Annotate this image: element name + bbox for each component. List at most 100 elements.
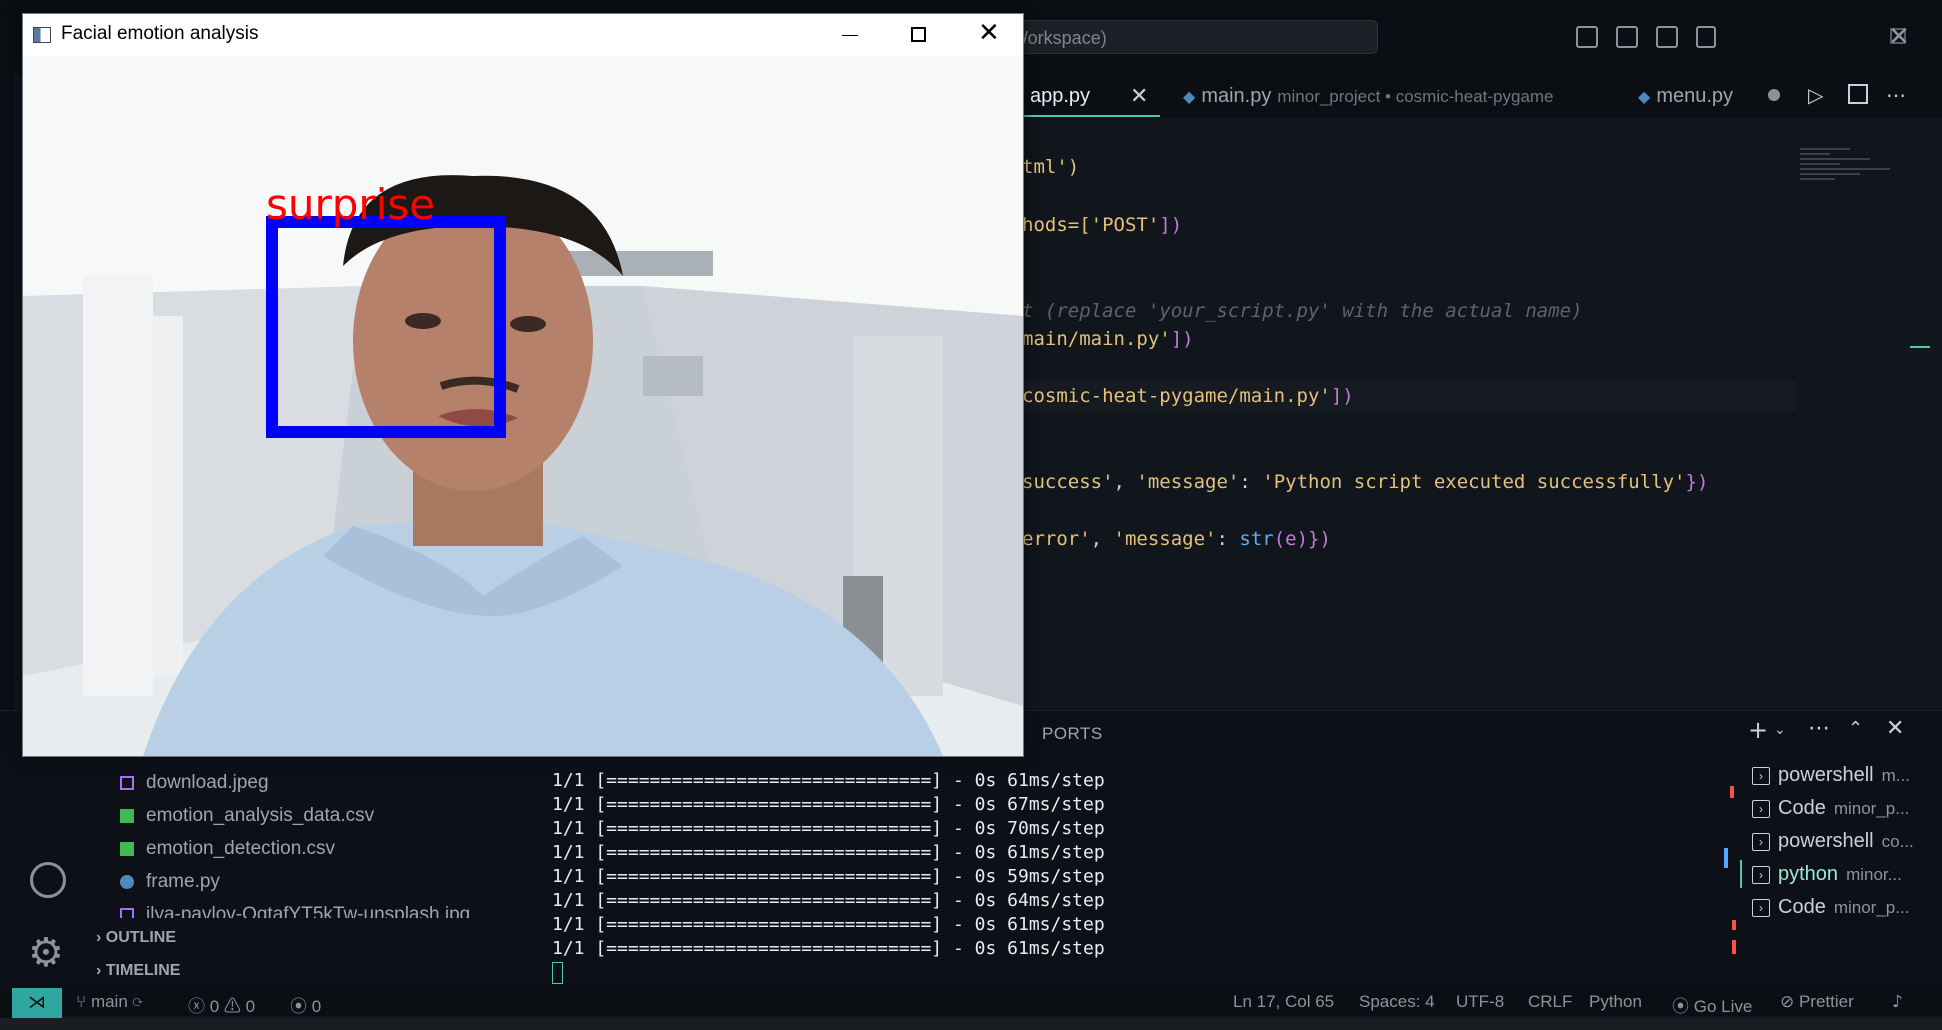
terminal-list-item[interactable]: › python minor... (1752, 863, 1902, 886)
toggle-panel-icon[interactable] (1616, 26, 1638, 48)
check-icon: ⊘ (1780, 992, 1799, 1011)
explorer-file[interactable]: emotion_detection.csv (120, 838, 335, 860)
terminal-list-item[interactable]: › Code minor_p... (1752, 896, 1909, 919)
minimap[interactable] (1800, 148, 1900, 208)
tab-menu-py[interactable]: ◆ menu.py (1638, 74, 1733, 118)
gear-icon[interactable]: ⚙ (28, 930, 64, 976)
error-icon: ⓧ (188, 997, 210, 1016)
prettier-status[interactable]: ⊘ Prettier (1780, 992, 1854, 1012)
explorer-file[interactable]: ilya-pavlov-OqtafYT5kTw-unsplash.jpg (120, 904, 470, 918)
taskbar-edge (0, 1018, 1942, 1030)
opencv-window[interactable]: Facial emotion analysis ✕ surprise (22, 13, 1024, 757)
cursor-position[interactable]: Ln 17, Col 65 (1233, 992, 1334, 1012)
active-terminal-indicator (1740, 860, 1742, 888)
account-icon[interactable] (30, 862, 66, 898)
terminal-line: 1/1 [==============================] - 0… (552, 866, 1105, 887)
more-actions-icon[interactable]: ⋯ (1886, 74, 1906, 118)
emotion-label: surprise (266, 180, 436, 229)
code-line: cosmic-heat-pygame/main.py']) (1022, 385, 1354, 407)
indentation-status[interactable]: Spaces: 4 (1359, 992, 1435, 1012)
app-icon (33, 27, 51, 43)
python-file-icon: ◆ (1638, 89, 1651, 106)
terminal-icon: › (1752, 766, 1770, 785)
branch-status[interactable]: ⑂ main ⟳ (76, 992, 143, 1012)
tab-description: minor_project • cosmic-heat-pygame (1277, 87, 1554, 106)
minimize-icon[interactable] (842, 35, 858, 36)
terminal-cursor (552, 962, 563, 984)
tab-label: main.py (1201, 85, 1272, 107)
scroll-marker (1724, 848, 1728, 868)
window-title: Facial emotion analysis (61, 23, 259, 44)
toggle-secondary-sidebar-icon[interactable] (1656, 26, 1678, 48)
maximize-panel-icon[interactable]: ⌃ (1848, 718, 1863, 739)
code-line: tml') (1022, 156, 1080, 178)
explorer-file[interactable]: emotion_analysis_data.csv (120, 805, 374, 827)
eol-status[interactable]: CRLF (1528, 992, 1572, 1012)
terminal-icon: › (1752, 898, 1770, 917)
csv-file-icon (120, 841, 134, 856)
tab-ports[interactable]: PORTS (1042, 724, 1103, 744)
explorer-file[interactable]: frame.py (120, 871, 220, 893)
terminal-line: 1/1 [==============================] - 0… (552, 938, 1105, 959)
maximize-icon[interactable] (911, 27, 926, 42)
explorer-file-clip: ilya-pavlov-OqtafYT5kTw-unsplash.jpg (110, 900, 520, 918)
notifications-bell-icon[interactable]: ♪ (1892, 992, 1903, 1012)
terminal-icon: › (1752, 799, 1770, 818)
python-file-icon: ◆ (1183, 89, 1196, 106)
problems-status[interactable]: ⓧ 0 ⚠ 0 (188, 992, 255, 1017)
tab-close-icon[interactable]: ✕ (1130, 74, 1148, 118)
new-terminal-icon[interactable]: + (1748, 716, 1768, 744)
terminal-line: 1/1 [==============================] - 0… (552, 794, 1105, 815)
webcam-frame: surprise (23, 56, 1023, 756)
webcam-scene (23, 56, 1023, 756)
code-line: main/main.py']) (1022, 328, 1194, 350)
broadcast-icon: ⦿ (290, 997, 312, 1016)
csv-file-icon (120, 808, 134, 823)
go-live-button[interactable]: ⦿ Go Live (1672, 992, 1752, 1017)
command-center-search[interactable]: Workspace) (1000, 20, 1378, 54)
remote-indicator-icon[interactable]: ⋊ (12, 988, 62, 1018)
terminal-line: 1/1 [==============================] - 0… (552, 914, 1105, 935)
close-panel-icon[interactable]: ✕ (1886, 716, 1904, 741)
tab-main-py[interactable]: ◆ main.py minor_project • cosmic-heat-pyga… (1183, 74, 1554, 118)
tab-label: menu.py (1656, 85, 1734, 107)
terminal-line: 1/1 [==============================] - 0… (552, 890, 1105, 911)
customize-layout-icon[interactable] (1696, 26, 1716, 48)
terminal-line: 1/1 [==============================] - 0… (552, 770, 1105, 791)
chevron-right-icon: › (96, 962, 106, 979)
split-editor-icon[interactable] (1848, 84, 1868, 104)
run-icon[interactable]: ▷ (1808, 74, 1823, 118)
terminal-list-item[interactable]: › Code minor_p... (1752, 797, 1909, 820)
scroll-marker (1730, 786, 1734, 798)
more-actions-icon[interactable]: ⋯ (1808, 716, 1830, 741)
warning-icon: ⚠ (219, 997, 246, 1016)
code-line: error', 'message': str(e)}) (1022, 528, 1331, 550)
code-line: hods=['POST']) (1022, 214, 1183, 236)
terminal-list-item[interactable]: › powershell co... (1752, 830, 1914, 853)
terminal-icon: › (1752, 865, 1770, 884)
chevron-right-icon: › (96, 929, 106, 946)
image-file-icon (120, 775, 134, 790)
window-close-icon[interactable]: ✕ (1888, 22, 1910, 52)
chevron-down-icon[interactable]: ⌄ (1774, 722, 1786, 738)
explorer-file[interactable]: download.jpeg (120, 772, 269, 794)
language-status[interactable]: Python (1589, 992, 1642, 1012)
tab-app-py[interactable]: app.py (1030, 74, 1090, 118)
code-line: success', 'message': 'Python script exec… (1022, 471, 1709, 493)
scroll-marker (1732, 940, 1736, 954)
close-icon[interactable]: ✕ (978, 18, 1000, 48)
python-file-icon (120, 874, 134, 889)
terminal-line: 1/1 [==============================] - 0… (552, 818, 1105, 839)
encoding-status[interactable]: UTF-8 (1456, 992, 1504, 1012)
image-file-icon (120, 907, 134, 918)
tab-label: app.py (1030, 85, 1091, 107)
broadcast-icon: ⦿ (1672, 997, 1694, 1016)
ports-status[interactable]: ⦿ 0 (290, 992, 321, 1017)
terminal-line: 1/1 [==============================] - 0… (552, 842, 1105, 863)
section-outline[interactable]: › OUTLINE (96, 929, 176, 947)
section-timeline[interactable]: › TIMELINE (96, 962, 180, 980)
git-branch-icon: ⑂ (76, 992, 91, 1011)
toggle-sidebar-icon[interactable] (1576, 26, 1598, 48)
terminal-list-item[interactable]: › powershell m... (1752, 764, 1910, 787)
terminal-icon: › (1752, 832, 1770, 851)
